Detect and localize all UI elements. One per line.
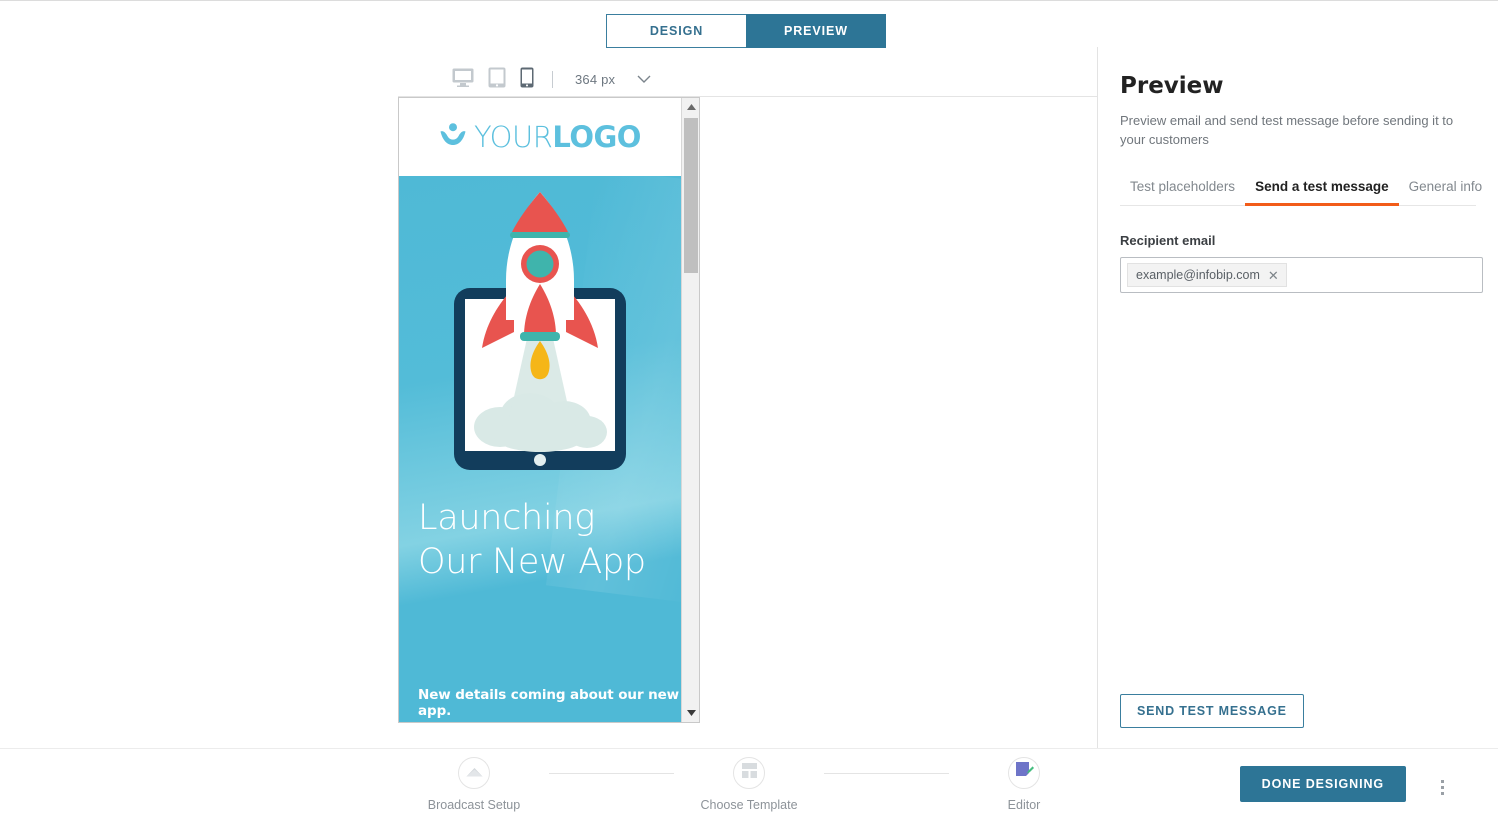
brand-logo-your: YOUR — [474, 120, 553, 154]
email-headline: Launching Our New App — [418, 498, 646, 582]
stepper-connector-1 — [549, 773, 674, 774]
design-preview-toggle: DESIGN PREVIEW — [606, 14, 886, 48]
email-canvas: YOURLOGO Launching Our New App New detai… — [399, 98, 681, 722]
step-editor[interactable]: Editor — [949, 757, 1099, 812]
preview-scrollbar[interactable] — [681, 98, 699, 722]
design-tab-button[interactable]: DESIGN — [606, 14, 746, 48]
recipient-chip-label: example@infobip.com — [1136, 268, 1260, 282]
scrollbar-thumb[interactable] — [684, 118, 698, 273]
preview-tab-button[interactable]: PREVIEW — [746, 14, 886, 48]
kebab-menu-icon[interactable] — [1437, 776, 1448, 799]
grid-layout-icon — [741, 763, 757, 783]
step-choose-template[interactable]: Choose Template — [674, 757, 824, 812]
step-broadcast-setup-label: Broadcast Setup — [427, 798, 521, 812]
panel-description: Preview email and send test message befo… — [1120, 113, 1454, 147]
close-icon[interactable]: ✕ — [1268, 269, 1279, 282]
tab-general-info[interactable]: General info — [1399, 179, 1493, 205]
bottom-bar: Broadcast Setup Choose Template Editor D… — [0, 748, 1498, 823]
step-broadcast-setup-circle — [458, 757, 490, 789]
recipient-email-input[interactable]: example@infobip.com ✕ — [1120, 257, 1483, 293]
step-editor-circle — [1008, 757, 1040, 789]
recipient-email-label: Recipient email — [1120, 233, 1216, 248]
panel-tabs: Test placeholders Send a test message Ge… — [1120, 179, 1482, 206]
device-icon-group — [452, 67, 534, 93]
step-choose-template-label: Choose Template — [700, 798, 798, 812]
email-preview-frame: YOURLOGO Launching Our New App New detai… — [398, 97, 700, 723]
preview-side-panel: Preview Preview email and send test mess… — [1097, 47, 1498, 749]
email-hero-section: Launching Our New App New details coming… — [399, 176, 681, 722]
step-choose-template-circle — [733, 757, 765, 789]
recipient-chip[interactable]: example@infobip.com ✕ — [1127, 263, 1287, 287]
edit-document-icon — [1015, 761, 1034, 785]
page-title: Preview — [1120, 73, 1224, 99]
preview-width-value: 364 px — [575, 72, 616, 87]
chevron-down-icon[interactable] — [637, 71, 651, 89]
send-test-message-button[interactable]: SEND TEST MESSAGE — [1120, 694, 1304, 728]
envelope-icon — [466, 764, 483, 782]
scroll-up-arrow-icon[interactable] — [682, 98, 699, 116]
brand-logo-logo: LOGO — [552, 120, 641, 154]
tab-test-placeholders[interactable]: Test placeholders — [1120, 179, 1245, 205]
email-editor-preview-screen: DESIGN PREVIEW 364 px YOURLOGO Launching… — [0, 0, 1498, 823]
toolbar-divider — [552, 71, 553, 88]
brand-logo-text: YOURLOGO — [474, 120, 641, 154]
tab-send-a-test-message[interactable]: Send a test message — [1245, 179, 1399, 206]
person-icon — [439, 122, 467, 153]
tablet-icon[interactable] — [488, 67, 506, 93]
email-logo-band: YOURLOGO — [399, 98, 681, 176]
rocket-illustration — [399, 184, 681, 484]
step-broadcast-setup[interactable]: Broadcast Setup — [399, 757, 549, 812]
device-preview-toolbar: 364 px — [398, 63, 1098, 97]
mobile-icon[interactable] — [520, 67, 534, 93]
done-designing-button[interactable]: DONE DESIGNING — [1239, 766, 1406, 802]
email-subtext: New details coming about our new app. — [418, 687, 680, 719]
stepper-connector-2 — [824, 773, 949, 774]
desktop-icon[interactable] — [452, 68, 474, 92]
brand-logo: YOURLOGO — [439, 120, 641, 154]
scroll-down-arrow-icon[interactable] — [682, 704, 699, 722]
step-editor-label: Editor — [1007, 798, 1041, 812]
